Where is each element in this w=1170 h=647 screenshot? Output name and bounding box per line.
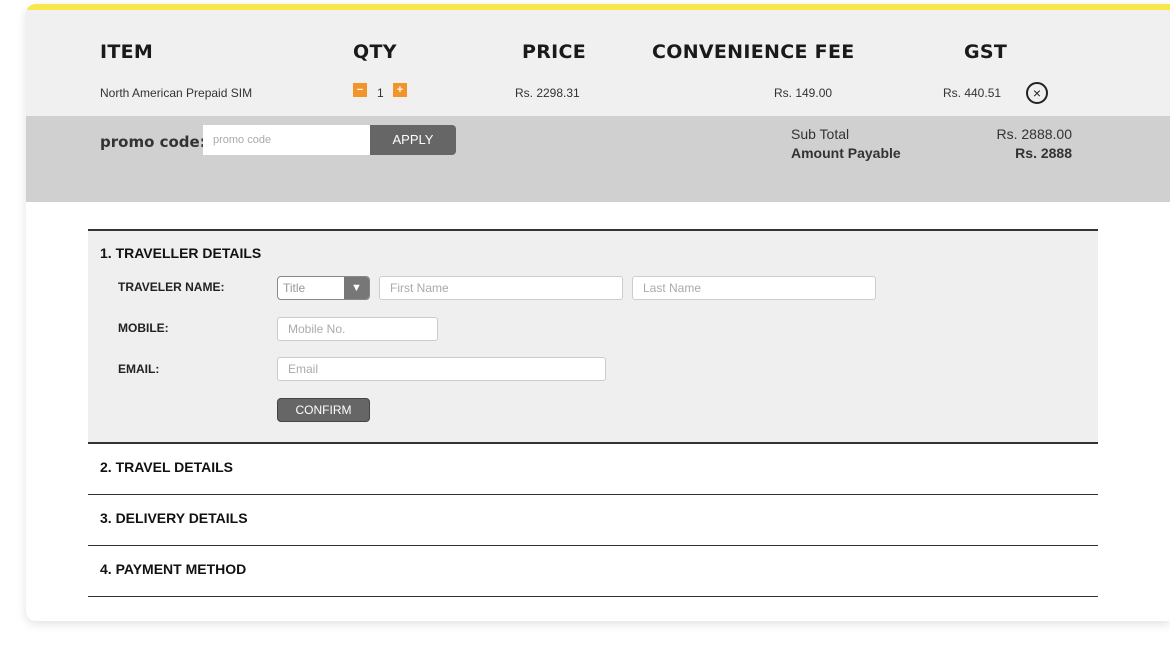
- title-select-value: Title: [283, 281, 306, 295]
- chevron-down-icon: ▼: [344, 277, 369, 299]
- traveller-details-section: 1. TRAVELLER DETAILS TRAVELER NAME: Titl…: [88, 229, 1098, 444]
- traveller-details-title[interactable]: 1. TRAVELLER DETAILS: [100, 245, 261, 261]
- email-label: EMAIL:: [118, 362, 160, 376]
- subtotal-value: Rs. 2888.00: [996, 126, 1073, 142]
- amount-payable-label: Amount Payable: [791, 145, 901, 161]
- confirm-button[interactable]: CONFIRM: [277, 398, 370, 422]
- apply-button[interactable]: APPLY: [370, 125, 456, 155]
- traveler-name-label: TRAVELER NAME:: [118, 280, 225, 294]
- header-item: ITEM: [100, 41, 154, 63]
- cart-table: ITEM QTY PRICE CONVENIENCE FEE GST North…: [26, 10, 1170, 116]
- subtotal-label: Sub Total: [791, 126, 850, 142]
- amount-payable-value: Rs. 2888: [1015, 145, 1072, 161]
- remove-item-icon[interactable]: ×: [1026, 82, 1048, 104]
- item-convenience-fee: Rs. 149.00: [774, 86, 833, 100]
- header-qty: QTY: [353, 41, 397, 63]
- last-name-field[interactable]: [632, 276, 876, 300]
- payment-method-section[interactable]: 4. PAYMENT METHOD: [88, 546, 1098, 597]
- promo-code-input[interactable]: [203, 125, 370, 155]
- title-select[interactable]: Title ▼: [277, 276, 370, 300]
- promo-band: promo code: APPLY Sub Total Rs. 2888.00 …: [26, 116, 1170, 202]
- travel-details-section[interactable]: 2. TRAVEL DETAILS: [88, 444, 1098, 495]
- email-field[interactable]: [277, 357, 606, 381]
- travel-details-title[interactable]: 2. TRAVEL DETAILS: [100, 459, 233, 475]
- delivery-details-title[interactable]: 3. DELIVERY DETAILS: [100, 510, 248, 526]
- qty-increase-button[interactable]: +: [393, 83, 407, 97]
- promo-label: promo code:: [100, 133, 206, 151]
- qty-value: 1: [377, 86, 384, 100]
- mobile-label: MOBILE:: [118, 321, 169, 335]
- item-name: North American Prepaid SIM: [100, 86, 253, 100]
- first-name-field[interactable]: [379, 276, 623, 300]
- qty-decrease-button[interactable]: −: [353, 83, 367, 97]
- header-gst: GST: [964, 41, 1008, 63]
- header-convenience-fee: CONVENIENCE FEE: [652, 41, 855, 63]
- mobile-field[interactable]: [277, 317, 438, 341]
- item-price: Rs. 2298.31: [515, 86, 580, 100]
- checkout-card: ITEM QTY PRICE CONVENIENCE FEE GST North…: [26, 4, 1170, 621]
- header-price: PRICE: [522, 41, 587, 63]
- item-gst: Rs. 440.51: [943, 86, 1002, 100]
- delivery-details-section[interactable]: 3. DELIVERY DETAILS: [88, 495, 1098, 546]
- payment-method-title[interactable]: 4. PAYMENT METHOD: [100, 561, 246, 577]
